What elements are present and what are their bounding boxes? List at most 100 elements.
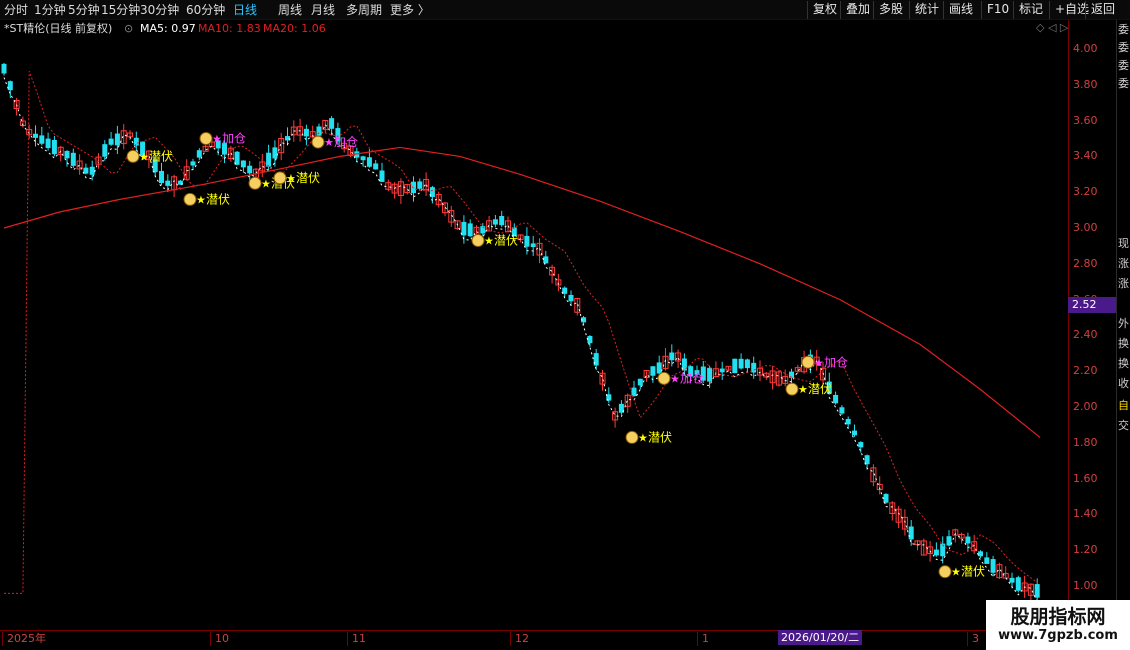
period-tab-5[interactable]: 60分钟 [186, 2, 225, 18]
money-bag-icon [625, 430, 639, 444]
candle-body [839, 407, 845, 414]
candle-body [543, 256, 549, 264]
ma-long-line [3, 146, 1041, 438]
candle-body [366, 157, 372, 167]
date-label: 11 [347, 632, 366, 646]
candle-body [1, 63, 7, 74]
candle-body [883, 493, 889, 503]
price-cursor-marker: 2.52 [1068, 297, 1116, 313]
candle-body [738, 358, 744, 369]
money-bag-icon [199, 132, 213, 145]
money-bag-icon [183, 192, 197, 206]
toolbar-button-1[interactable]: 叠加 [840, 1, 875, 19]
watermark-logo: 股朋指标网 www.7gpzb.com [986, 600, 1130, 650]
candle-body [568, 294, 574, 302]
watermark-url: www.7gpzb.com [998, 628, 1118, 643]
period-tab-0[interactable]: 分时 [4, 2, 28, 18]
candle-body [45, 138, 51, 149]
signal-star-icon: ★ [212, 133, 222, 146]
toolbar-button-0[interactable]: 复权 [807, 1, 842, 19]
price-tick: 1.40 [1073, 507, 1098, 521]
candle-body [360, 156, 366, 161]
signal-star-icon: ★ [798, 383, 808, 396]
candle-body [373, 163, 379, 170]
candle-body [411, 181, 416, 194]
date-label: 12 [510, 632, 529, 646]
candle-body [707, 367, 713, 382]
price-tick: 2.20 [1073, 364, 1098, 378]
period-tab-3[interactable]: 15分钟 [101, 2, 140, 18]
signal-label: 潜伏 [296, 171, 320, 185]
signal-star-icon: ★ [484, 235, 494, 248]
toolbar-button-5[interactable]: F10 [981, 1, 1014, 19]
toolbar-button-8[interactable]: 返回 [1085, 1, 1120, 19]
signal-star-icon: ★ [324, 136, 334, 149]
signal-label: 潜伏 [808, 382, 832, 396]
period-tab-2[interactable]: 5分钟 [68, 2, 100, 18]
candle-body [379, 170, 385, 182]
side-panel-strip[interactable]: 委委委委现涨涨外换换收自交 [1116, 20, 1130, 630]
side-panel-label: 委 [1118, 23, 1129, 36]
candle-body [732, 358, 738, 374]
price-tick: 3.00 [1073, 221, 1098, 234]
price-tick: 1.00 [1073, 579, 1098, 592]
candle-body [984, 557, 990, 564]
date-label: 1 [697, 632, 709, 646]
price-axis: 4.003.803.603.403.203.002.802.602.402.20… [1068, 20, 1116, 630]
period-tab-9[interactable]: 多周期 [346, 2, 382, 18]
period-tab-1[interactable]: 1分钟 [34, 2, 66, 18]
price-tick: 3.60 [1073, 113, 1098, 127]
chart-nav-icons[interactable]: ◇ ◁ ▷ [1036, 21, 1068, 34]
signal-star-icon: ★ [261, 177, 271, 190]
candle-body [70, 152, 76, 166]
money-bag-icon [126, 149, 140, 163]
signal-label: 潜伏 [648, 430, 672, 444]
toolbar-button-4[interactable]: 画线 [943, 1, 978, 19]
candle-body [637, 378, 643, 386]
ma5-label: MA5: 0.97 [140, 22, 196, 35]
candle-body [833, 394, 839, 404]
money-bag-icon [657, 371, 671, 385]
period-tab-7[interactable]: 周线 [278, 2, 302, 18]
period-tab-8[interactable]: 月线 [311, 2, 335, 18]
money-bag-icon [938, 565, 952, 579]
period-tab-4[interactable]: 30分钟 [140, 2, 179, 18]
candle-body [329, 118, 335, 129]
candle-body [492, 219, 498, 225]
candle-body [303, 128, 309, 137]
candle-body [247, 165, 253, 174]
signal-star-icon: ★ [638, 431, 648, 444]
indicator-info-bar: *ST精伦(日线 前复权) ⊙ MA5: 0.97 MA10: 1.83 MA2… [0, 20, 1068, 38]
signal-label: 潜伏 [149, 149, 173, 163]
candle-body [51, 140, 57, 155]
candle-body [461, 221, 467, 236]
toolbar-button-6[interactable]: 标记 [1013, 1, 1048, 19]
candle-body [89, 166, 95, 175]
signal-label: 加仓 [824, 355, 848, 369]
candle-body [316, 126, 322, 136]
side-panel-label: 换 [1118, 337, 1129, 350]
candle-body [417, 181, 423, 189]
candle-body [524, 235, 530, 247]
candle-body [744, 359, 750, 369]
money-bag-icon [785, 382, 799, 396]
period-tab-10[interactable]: 更多 〉 [390, 2, 430, 18]
candle-body [108, 138, 114, 145]
period-tab-6[interactable]: 日线 [233, 2, 257, 18]
candle-body [1034, 584, 1040, 598]
signal-label: 潜伏 [494, 234, 518, 248]
money-bag-icon [801, 355, 815, 369]
toolbar-button-3[interactable]: 统计 [909, 1, 944, 19]
stock-title: *ST精伦(日线 前复权) [4, 22, 113, 35]
candle-body [908, 526, 914, 540]
signal-label: 加仓 [334, 135, 358, 149]
kline-chart[interactable]: ★潜伏★潜伏★潜伏★潜伏★潜伏★潜伏★潜伏★潜伏★加仓★加仓★加仓★加仓 [0, 38, 1068, 630]
toolbar-button-2[interactable]: 多股 [873, 1, 908, 19]
money-bag-icon [273, 171, 287, 185]
side-panel-label: 涨 [1118, 277, 1129, 290]
settings-icon[interactable]: ⊙ [124, 20, 133, 38]
price-tick: 2.80 [1073, 256, 1098, 270]
side-panel-label: 涨 [1118, 257, 1129, 270]
candle-body [240, 160, 246, 168]
money-bag-icon [248, 176, 262, 190]
